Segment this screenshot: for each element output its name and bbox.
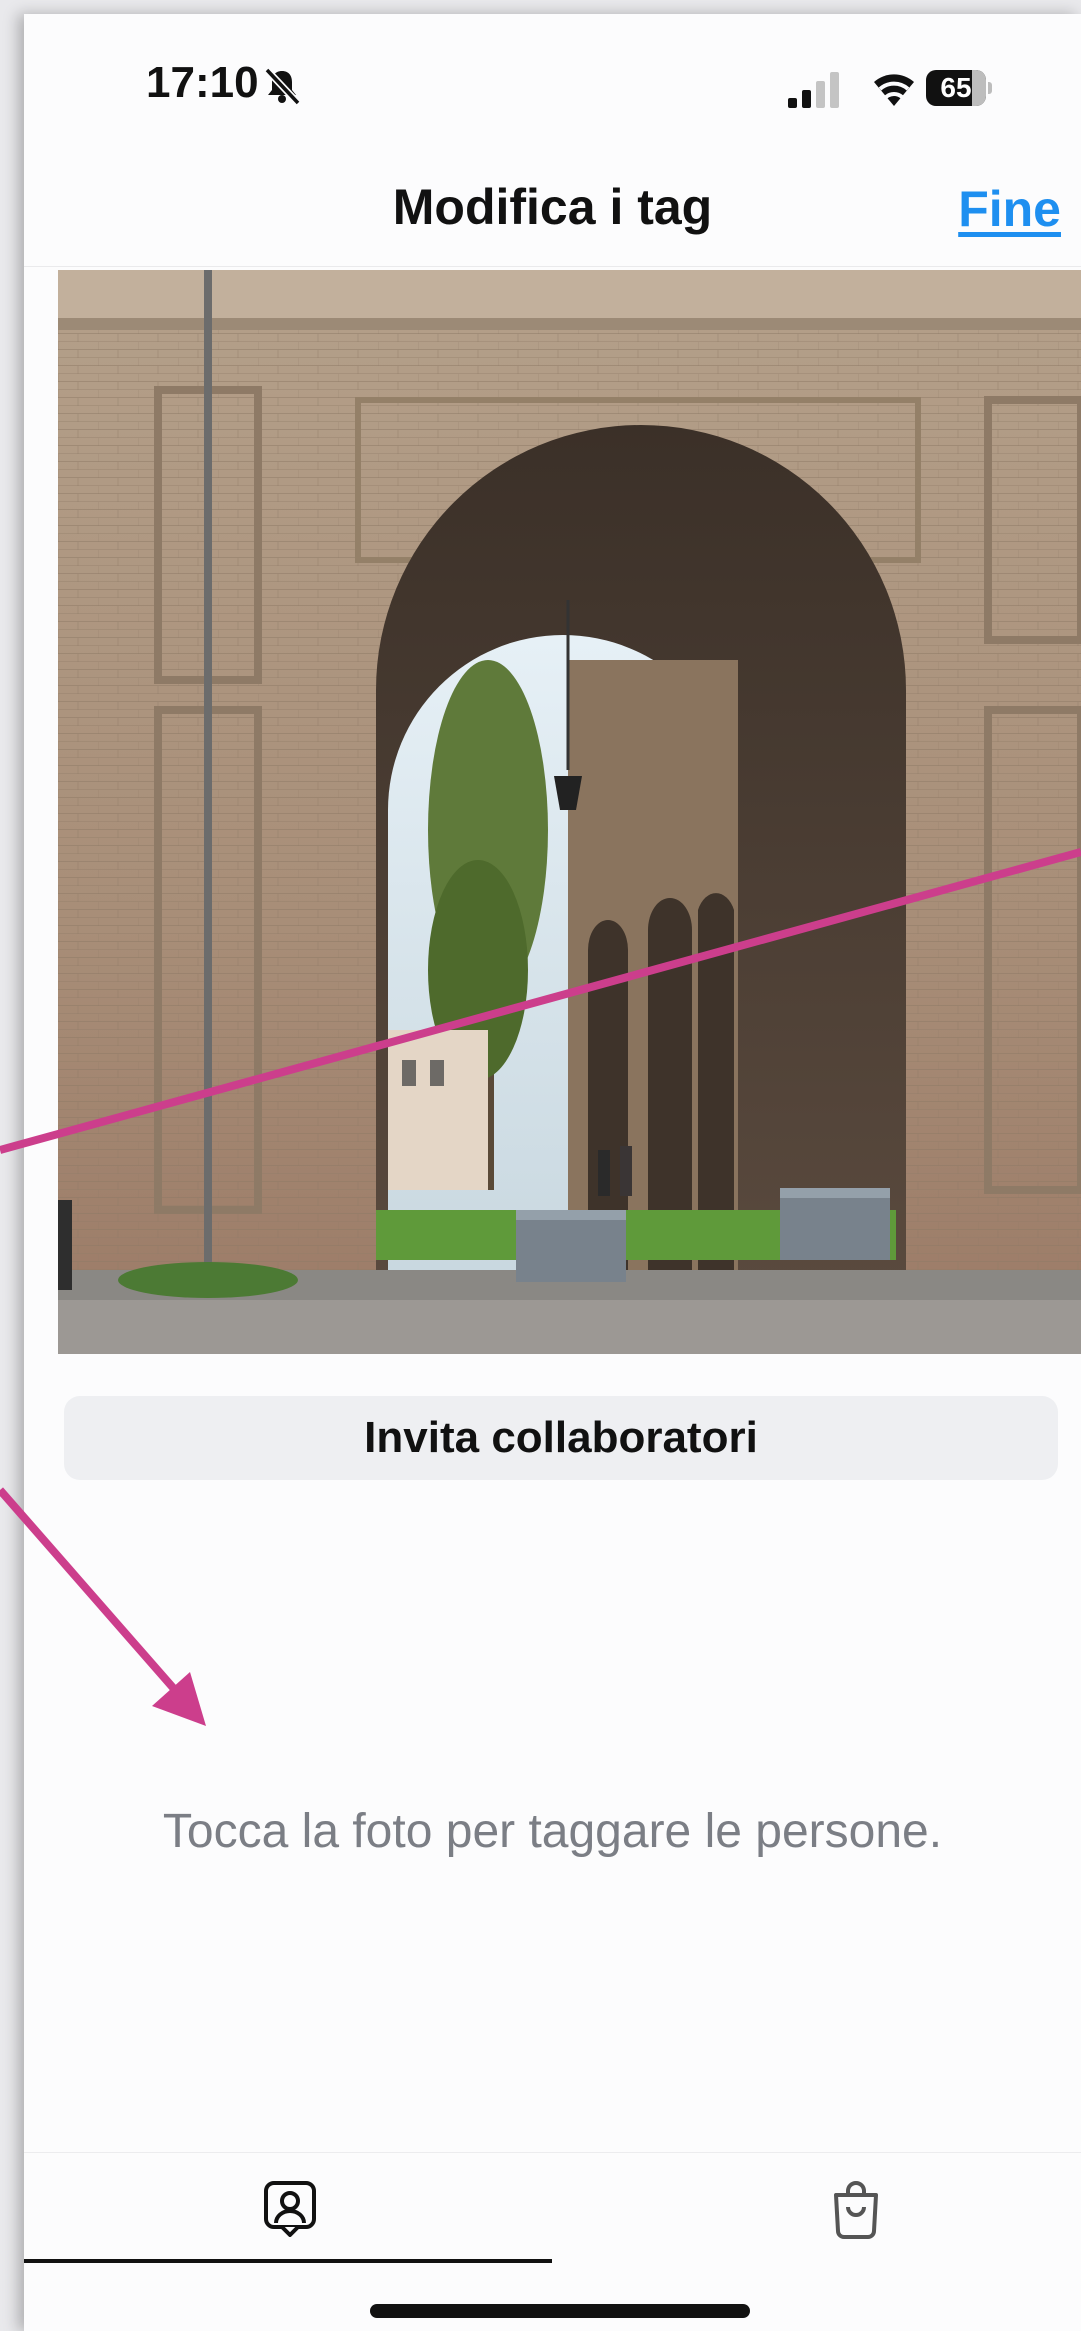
tab-bar [24,2152,1081,2263]
cellular-signal-icon [788,72,839,108]
battery-level: 65 [940,72,972,103]
wifi-icon [874,74,914,106]
page-title: Modifica i tag [392,179,713,235]
tag-photo[interactable] [58,270,1081,1354]
tab-tag-products[interactable] [552,2153,1080,2263]
done-button[interactable]: Fine [958,180,1061,238]
tag-person-icon [264,2181,316,2237]
tag-hint-text: Tocca la foto per taggare le persone. [162,1805,943,1858]
navigation-bar: Modifica i tag Fine [24,154,1081,267]
battery-icon: 65 [926,70,992,106]
tab-tag-people[interactable] [24,2153,552,2263]
status-bar: 17:10 65 [24,14,1081,154]
photo-arcade-image [58,270,1081,1354]
app-screen: 17:10 65 Modifica i tag Fine Invita coll… [24,14,1081,2331]
shopping-bag-icon [834,2181,878,2239]
home-indicator [370,2304,750,2318]
bell-slash-icon [264,67,301,106]
invite-collaborators-button[interactable]: Invita collaboratori [64,1396,1058,1480]
status-time: 17:10 [146,58,259,107]
selected-tab-indicator [24,2259,552,2263]
